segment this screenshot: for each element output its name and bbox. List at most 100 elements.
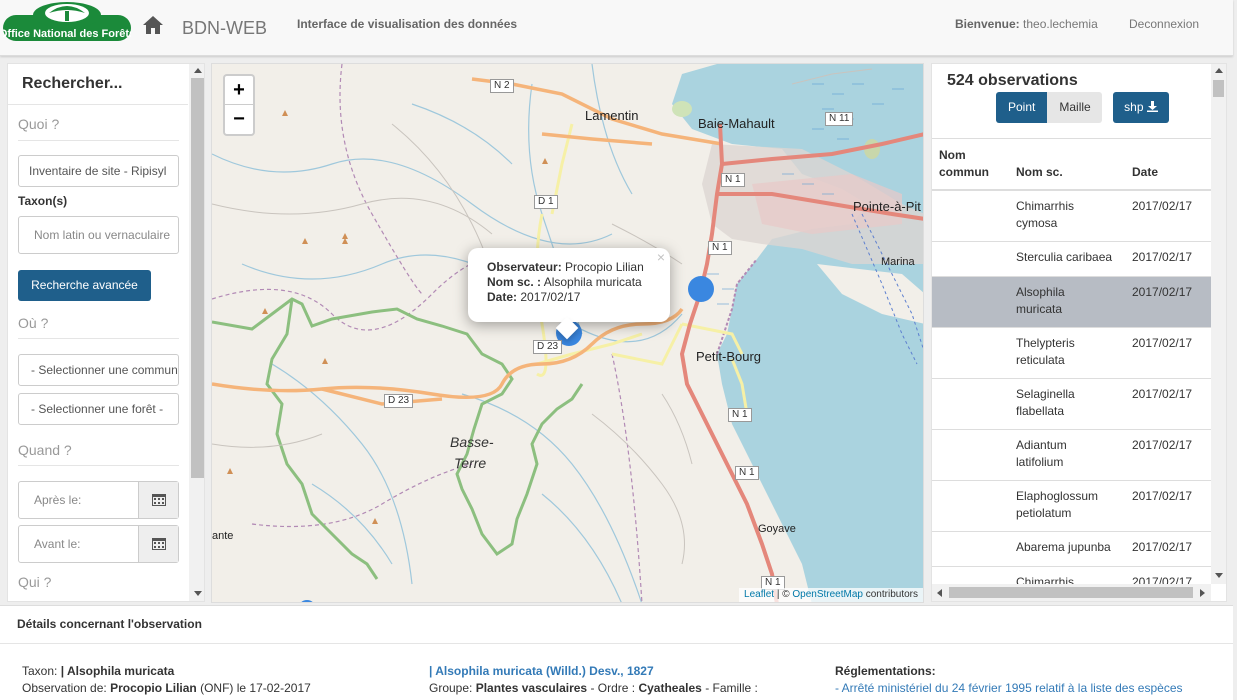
username: theo.lechemia [1023,17,1098,31]
detail-classification: Groupe: Plantes vasculaires - Ordre : Cy… [429,681,758,695]
col-nom-sc[interactable]: Nom sc. [1016,164,1063,181]
table-row[interactable]: Thelypteris reticulata 2017/02/17 [932,328,1211,379]
site-inventory-select[interactable]: Inventaire de site - Ripisyl [18,155,179,187]
road-label: D 1 [534,195,558,209]
cell-nom-sc: Sterculia caribaea [1016,250,1113,264]
col-header-text: commun [939,165,990,179]
cell-date: 2017/02/17 [1132,336,1193,350]
scroll-down-arrow[interactable] [194,591,202,596]
nom-sc-line: petiolatum [1016,506,1072,520]
forest-select[interactable]: - Selectionner une forêt - [18,393,179,425]
section-qui: Qui ? [18,574,52,590]
scroll-up-arrow[interactable] [194,68,202,73]
section-quoi: Quoi ? [18,116,60,132]
road-label: N 1 [728,408,752,422]
detail-observation-label: Observation de: [22,681,107,695]
detail-org-date: (ONF) le 17-02-2017 [200,681,311,695]
map-view[interactable]: Lamentin Baie-Mahault Pointe-à-Pit Marin… [211,63,924,603]
road-label: D 23 [384,394,414,408]
road-label: N 1 [735,466,759,480]
nom-sc-line: Alsophila [1016,285,1065,299]
observation-count: 524 observations [947,72,1078,89]
date-before-input[interactable]: Avant le: [19,526,139,562]
point-mode-button[interactable]: Point [996,92,1048,123]
place-label: Lamentin [585,108,639,123]
table-row-selected[interactable]: Alsophila muricata 2017/02/17 [932,277,1211,328]
date-after-field[interactable]: Après le: [18,481,179,519]
cell-date: 2017/02/17 [1132,387,1193,401]
detail-ordre-label: - Ordre : [590,681,636,695]
osm-link[interactable]: OpenStreetMap [792,589,863,600]
detail-famille-label: - Famille : [705,681,758,695]
zoom-in-button[interactable]: + [225,76,253,105]
scroll-thumb[interactable] [949,587,1193,598]
cell-date: 2017/02/17 [1132,540,1193,554]
table-row[interactable]: Selaginella flabellata 2017/02/17 [932,379,1211,430]
table-row[interactable]: Elaphoglossum petiolatum 2017/02/17 [932,481,1211,532]
taxon-input[interactable]: Nom latin ou vernaculaire [18,216,179,254]
detail-taxon-value: | Alsophila muricata [60,664,175,678]
cell-date: 2017/02/17 [1132,438,1193,452]
commune-select[interactable]: - Selectionner une commune - [18,354,179,386]
calendar-icon [152,494,166,506]
welcome-text: Bienvenue: theo.lechemia [955,17,1098,31]
results-scrollbar-horizontal[interactable] [932,584,1211,601]
observation-marker[interactable] [688,276,714,302]
nom-sc-line: reticulata [1016,353,1065,367]
table-row[interactable]: Adiantum latifolium 2017/02/17 [932,430,1211,481]
leaflet-link[interactable]: Leaflet [744,589,774,600]
col-date[interactable]: Date [1132,164,1158,181]
observation-marker[interactable] [298,600,316,603]
place-label: Petit-Bourg [696,349,762,364]
nom-sc-line: latifolium [1016,455,1064,469]
shp-download-button[interactable]: shp [1113,92,1169,123]
cell-date: 2017/02/17 [1132,250,1193,264]
detail-ordre: Cyatheales [638,681,702,695]
detail-groupe: Plantes vasculaires [475,681,588,695]
download-icon [1146,101,1158,112]
scroll-thumb[interactable] [1213,80,1224,97]
taxon-reference-link[interactable]: | Alsophila muricata (Willd.) Desv., 182… [429,664,654,678]
search-panel-scrollbar[interactable] [189,64,204,601]
attribution-contrib: contributors [862,589,918,600]
popup-observer-line: Observateur: Procopio Lilian [487,260,651,275]
popup-nomsc: Alsophila muricata [543,275,642,289]
popup-close-button[interactable]: × [657,250,665,265]
popup-observer-label: Observateur: [487,260,562,274]
date-after-input[interactable]: Après le: [19,482,139,518]
place-label: Terre [454,455,487,471]
scroll-left-arrow[interactable] [937,589,942,597]
scroll-down-arrow[interactable] [1215,573,1223,578]
table-row[interactable]: Abarema jupunba 2017/02/17 [932,532,1211,567]
nom-sc-line: Selaginella [1016,387,1075,401]
scroll-right-arrow[interactable] [1200,589,1205,597]
detail-groupe-label: Groupe: [429,681,473,695]
onf-logo[interactable]: Office National des Forêts [3,1,131,48]
table-row[interactable]: Sterculia caribaea 2017/02/17 [932,242,1211,277]
cell-date: 2017/02/17 [1132,199,1193,213]
detail-observer: Procopio Lilian [110,681,197,695]
brand-title[interactable]: BDN-WEB [182,18,267,39]
scroll-up-arrow[interactable] [1215,68,1223,73]
cell-nom-sc: Abarema jupunba [1016,540,1111,554]
col-nom-commun[interactable]: Nom commun [939,147,989,181]
zoom-out-button[interactable]: − [225,105,253,134]
results-scrollbar-vertical[interactable] [1211,64,1226,584]
scroll-thumb[interactable] [191,78,204,478]
place-label: Basse- [450,434,494,450]
advanced-search-button[interactable]: Recherche avancée [18,270,151,301]
table-row[interactable]: Chimarrhis cymosa 2017/02/17 [932,191,1211,242]
cell-nom-sc: Adiantum latifolium [1016,437,1067,471]
observation-details-panel: Détails concernant l'observation Taxon: … [0,605,1233,700]
nom-sc-line: cymosa [1016,216,1058,230]
reglementation-link[interactable]: - Arrêté ministériel du 24 février 1995 … [835,681,1183,695]
date-after-calendar-button[interactable] [138,482,178,518]
home-icon[interactable] [142,14,164,36]
col-header-text: Nom [939,148,966,162]
logout-link[interactable]: Deconnexion [1129,17,1199,31]
date-before-calendar-button[interactable] [138,526,178,562]
maille-mode-button[interactable]: Maille [1047,92,1103,123]
date-before-field[interactable]: Avant le: [18,525,179,563]
place-label: Pointe-à-Pit [853,199,921,214]
road-label: D 23 [533,340,563,354]
